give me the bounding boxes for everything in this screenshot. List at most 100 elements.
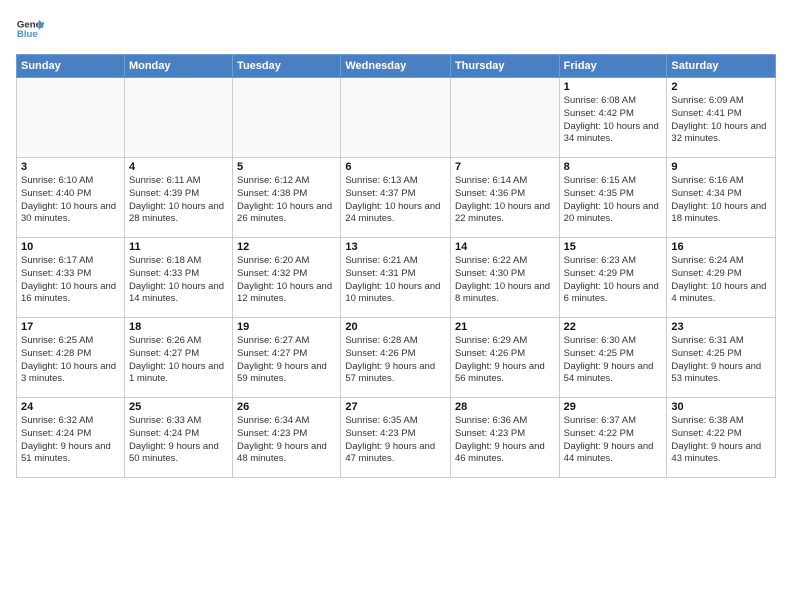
calendar-cell: 16 Sunrise: 6:24 AM Sunset: 4:29 PM Dayli…	[667, 238, 776, 318]
day-info: Sunrise: 6:32 AM Sunset: 4:24 PM Dayligh…	[21, 415, 120, 466]
day-number: 7	[455, 161, 555, 173]
svg-text:Blue: Blue	[17, 29, 38, 40]
day-number: 15	[564, 241, 663, 253]
day-info: Sunrise: 6:13 AM Sunset: 4:37 PM Dayligh…	[345, 175, 446, 226]
day-info: Sunrise: 6:11 AM Sunset: 4:39 PM Dayligh…	[129, 175, 228, 226]
day-info: Sunrise: 6:38 AM Sunset: 4:22 PM Dayligh…	[671, 415, 771, 466]
day-info: Sunrise: 6:10 AM Sunset: 4:40 PM Dayligh…	[21, 175, 120, 226]
day-number: 11	[129, 241, 228, 253]
day-number: 21	[455, 321, 555, 333]
day-info: Sunrise: 6:33 AM Sunset: 4:24 PM Dayligh…	[129, 415, 228, 466]
calendar-cell: 20 Sunrise: 6:28 AM Sunset: 4:26 PM Dayli…	[341, 318, 451, 398]
calendar-cell: 19 Sunrise: 6:27 AM Sunset: 4:27 PM Dayli…	[233, 318, 341, 398]
calendar-cell: 1 Sunrise: 6:08 AM Sunset: 4:42 PM Daylig…	[559, 78, 667, 158]
calendar-cell	[233, 78, 341, 158]
calendar-cell: 3Sunrise: 6:10 AM Sunset: 4:40 PM Daylig…	[17, 158, 125, 238]
calendar-cell: 2 Sunrise: 6:09 AM Sunset: 4:41 PM Daylig…	[667, 78, 776, 158]
day-info: Sunrise: 6:18 AM Sunset: 4:33 PM Dayligh…	[129, 255, 228, 306]
calendar-cell: 10Sunrise: 6:17 AM Sunset: 4:33 PM Dayli…	[17, 238, 125, 318]
day-info: Sunrise: 6:26 AM Sunset: 4:27 PM Dayligh…	[129, 335, 228, 386]
day-info: Sunrise: 6:36 AM Sunset: 4:23 PM Dayligh…	[455, 415, 555, 466]
calendar-cell: 12 Sunrise: 6:20 AM Sunset: 4:32 PM Dayli…	[233, 238, 341, 318]
dow-header-sunday: Sunday	[17, 55, 125, 78]
day-info: Sunrise: 6:09 AM Sunset: 4:41 PM Dayligh…	[671, 95, 771, 146]
day-number: 19	[237, 321, 336, 333]
day-number: 28	[455, 401, 555, 413]
day-info: Sunrise: 6:28 AM Sunset: 4:26 PM Dayligh…	[345, 335, 446, 386]
calendar-cell: 4 Sunrise: 6:11 AM Sunset: 4:39 PM Daylig…	[124, 158, 232, 238]
dow-header-tuesday: Tuesday	[233, 55, 341, 78]
calendar-cell	[124, 78, 232, 158]
dow-header-thursday: Thursday	[450, 55, 559, 78]
day-number: 4	[129, 161, 228, 173]
logo-icon: General Blue	[16, 16, 44, 44]
day-number: 10	[21, 241, 120, 253]
calendar-cell: 23 Sunrise: 6:31 AM Sunset: 4:25 PM Dayli…	[667, 318, 776, 398]
dow-header-wednesday: Wednesday	[341, 55, 451, 78]
day-info: Sunrise: 6:23 AM Sunset: 4:29 PM Dayligh…	[564, 255, 663, 306]
day-info: Sunrise: 6:20 AM Sunset: 4:32 PM Dayligh…	[237, 255, 336, 306]
day-number: 30	[671, 401, 771, 413]
day-info: Sunrise: 6:31 AM Sunset: 4:25 PM Dayligh…	[671, 335, 771, 386]
day-info: Sunrise: 6:15 AM Sunset: 4:35 PM Dayligh…	[564, 175, 663, 226]
calendar-cell: 29Sunrise: 6:37 AM Sunset: 4:22 PM Dayli…	[559, 398, 667, 478]
day-number: 20	[345, 321, 446, 333]
day-number: 14	[455, 241, 555, 253]
logo: General Blue	[16, 16, 44, 44]
day-number: 5	[237, 161, 336, 173]
dow-header-friday: Friday	[559, 55, 667, 78]
calendar-cell: 6 Sunrise: 6:13 AM Sunset: 4:37 PM Daylig…	[341, 158, 451, 238]
day-number: 13	[345, 241, 446, 253]
calendar-cell	[17, 78, 125, 158]
calendar-cell: 18 Sunrise: 6:26 AM Sunset: 4:27 PM Dayli…	[124, 318, 232, 398]
calendar-cell: 25 Sunrise: 6:33 AM Sunset: 4:24 PM Dayli…	[124, 398, 232, 478]
calendar-table: SundayMondayTuesdayWednesdayThursdayFrid…	[16, 54, 776, 478]
day-number: 24	[21, 401, 120, 413]
day-number: 16	[671, 241, 771, 253]
day-info: Sunrise: 6:12 AM Sunset: 4:38 PM Dayligh…	[237, 175, 336, 226]
calendar-cell: 17 Sunrise: 6:25 AM Sunset: 4:28 PM Dayli…	[17, 318, 125, 398]
calendar-cell: 30 Sunrise: 6:38 AM Sunset: 4:22 PM Dayli…	[667, 398, 776, 478]
day-number: 26	[237, 401, 336, 413]
day-number: 8	[564, 161, 663, 173]
day-info: Sunrise: 6:08 AM Sunset: 4:42 PM Dayligh…	[564, 95, 663, 146]
day-number: 17	[21, 321, 120, 333]
calendar-cell: 8 Sunrise: 6:15 AM Sunset: 4:35 PM Daylig…	[559, 158, 667, 238]
day-info: Sunrise: 6:14 AM Sunset: 4:36 PM Dayligh…	[455, 175, 555, 226]
day-info: Sunrise: 6:27 AM Sunset: 4:27 PM Dayligh…	[237, 335, 336, 386]
calendar-cell: 26 Sunrise: 6:34 AM Sunset: 4:23 PM Dayli…	[233, 398, 341, 478]
day-number: 9	[671, 161, 771, 173]
calendar-cell: 28 Sunrise: 6:36 AM Sunset: 4:23 PM Dayli…	[450, 398, 559, 478]
day-number: 2	[671, 81, 771, 93]
day-info: Sunrise: 6:24 AM Sunset: 4:29 PM Dayligh…	[671, 255, 771, 306]
day-info: Sunrise: 6:16 AM Sunset: 4:34 PM Dayligh…	[671, 175, 771, 226]
day-info: Sunrise: 6:22 AM Sunset: 4:30 PM Dayligh…	[455, 255, 555, 306]
page-header: General Blue	[16, 16, 776, 44]
dow-header-monday: Monday	[124, 55, 232, 78]
day-info: Sunrise: 6:21 AM Sunset: 4:31 PM Dayligh…	[345, 255, 446, 306]
calendar-cell: 24 Sunrise: 6:32 AM Sunset: 4:24 PM Dayli…	[17, 398, 125, 478]
day-number: 12	[237, 241, 336, 253]
day-number: 29	[564, 401, 663, 413]
calendar-cell	[341, 78, 451, 158]
calendar-cell: 9 Sunrise: 6:16 AM Sunset: 4:34 PM Daylig…	[667, 158, 776, 238]
calendar-cell: 22 Sunrise: 6:30 AM Sunset: 4:25 PM Dayli…	[559, 318, 667, 398]
calendar-cell: 21Sunrise: 6:29 AM Sunset: 4:26 PM Dayli…	[450, 318, 559, 398]
day-number: 27	[345, 401, 446, 413]
day-number: 18	[129, 321, 228, 333]
calendar-cell: 13 Sunrise: 6:21 AM Sunset: 4:31 PM Dayli…	[341, 238, 451, 318]
day-info: Sunrise: 6:35 AM Sunset: 4:23 PM Dayligh…	[345, 415, 446, 466]
day-info: Sunrise: 6:25 AM Sunset: 4:28 PM Dayligh…	[21, 335, 120, 386]
day-info: Sunrise: 6:34 AM Sunset: 4:23 PM Dayligh…	[237, 415, 336, 466]
calendar-cell: 27 Sunrise: 6:35 AM Sunset: 4:23 PM Dayli…	[341, 398, 451, 478]
day-number: 22	[564, 321, 663, 333]
calendar-cell: 5 Sunrise: 6:12 AM Sunset: 4:38 PM Daylig…	[233, 158, 341, 238]
day-number: 25	[129, 401, 228, 413]
day-number: 23	[671, 321, 771, 333]
day-info: Sunrise: 6:30 AM Sunset: 4:25 PM Dayligh…	[564, 335, 663, 386]
calendar-cell: 11 Sunrise: 6:18 AM Sunset: 4:33 PM Dayli…	[124, 238, 232, 318]
day-number: 6	[345, 161, 446, 173]
calendar-cell: 7 Sunrise: 6:14 AM Sunset: 4:36 PM Daylig…	[450, 158, 559, 238]
day-number: 1	[564, 81, 663, 93]
calendar-cell: 15 Sunrise: 6:23 AM Sunset: 4:29 PM Dayli…	[559, 238, 667, 318]
